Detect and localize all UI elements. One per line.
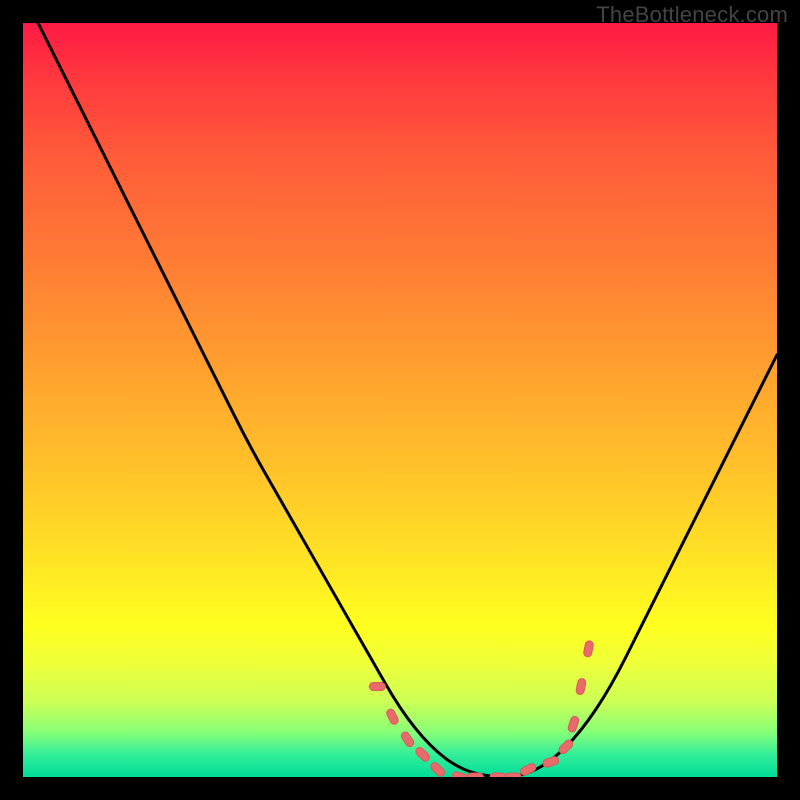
highlight-dot [519,762,537,776]
highlight-dot [567,715,580,733]
highlight-dot [385,708,399,726]
highlight-dot [467,773,483,777]
gradient-plot-area [23,23,777,777]
bottleneck-curve [38,23,777,777]
highlight-dot [505,773,521,777]
highlight-dot [414,746,431,763]
highlight-dot [429,761,446,777]
chart-svg [23,23,777,777]
highlight-dot [575,678,586,695]
watermark-text: TheBottleneck.com [596,2,788,28]
highlight-markers [369,640,594,777]
highlight-dot [557,738,574,755]
highlight-dot [400,730,416,748]
bottleneck-curve-path [38,23,777,777]
highlight-dot [490,773,506,777]
highlight-dot [542,756,560,769]
highlight-dot [369,683,385,691]
highlight-dot [583,640,594,657]
